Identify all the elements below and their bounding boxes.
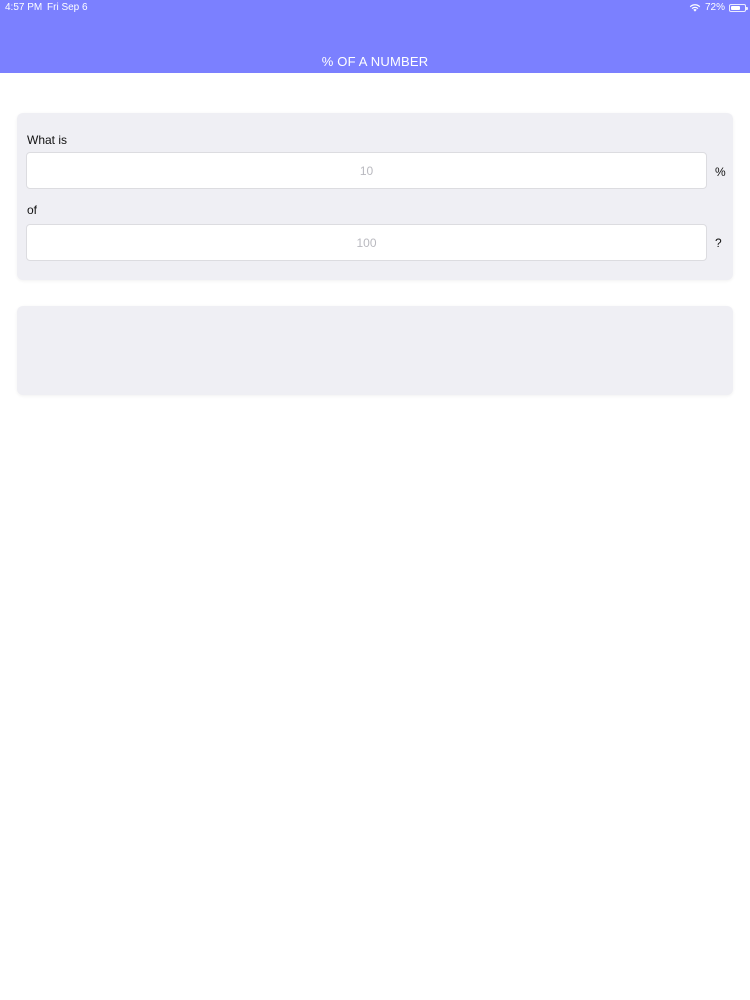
status-date: Fri Sep 6 (47, 2, 88, 13)
status-indicators: 72% (689, 2, 748, 13)
calculator-card: What is % of ? (17, 113, 733, 280)
percent-input[interactable] (26, 152, 707, 189)
status-time: 4:57 PM (5, 2, 43, 13)
page-title: % OF A NUMBER (321, 54, 429, 69)
battery-level (731, 5, 740, 10)
what-is-label: What is (27, 133, 68, 147)
result-card (17, 306, 733, 395)
of-label: of (27, 203, 38, 217)
percent-suffix: % (715, 165, 726, 179)
question-suffix: ? (715, 236, 722, 250)
battery-icon (729, 3, 748, 12)
battery-percent: 72% (704, 2, 725, 13)
app-header: 4:57 PM Fri Sep 6 72% % OF A NUMBER (0, 0, 750, 73)
number-input[interactable] (26, 224, 707, 261)
status-bar: 4:57 PM Fri Sep 6 72% (0, 0, 750, 16)
wifi-icon (689, 4, 701, 12)
